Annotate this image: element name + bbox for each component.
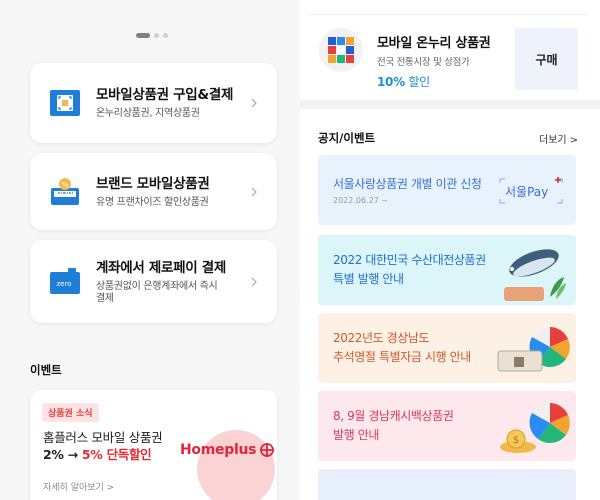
carousel-indicator[interactable] xyxy=(136,33,168,38)
divider xyxy=(307,14,588,15)
carousel-dot[interactable] xyxy=(154,33,159,38)
event-more-link[interactable]: 자세히 알아보기 > xyxy=(43,480,114,493)
mobile-voucher-icon xyxy=(50,90,80,116)
card-title: 브랜드 모바일상품권 xyxy=(96,175,210,192)
onnuri-icon-wrap xyxy=(319,28,363,72)
fish-illustration-icon xyxy=(504,249,566,301)
card-title: 계좌에서 제로페이 결제 xyxy=(96,259,226,276)
more-link[interactable]: 더보기 > xyxy=(539,131,578,146)
onnuri-voucher-icon xyxy=(328,37,354,63)
chevron-right-icon xyxy=(251,187,257,196)
carousel-dot[interactable] xyxy=(163,33,168,38)
homeplus-event-card[interactable]: 상품권 소식 홈플러스 모바일 상품권 2% → 5% 단독할인 Homeplu… xyxy=(30,390,277,500)
banner-date: 2022.06.27 ~ xyxy=(333,196,389,205)
event-discount: 2% → 5% 단독할인 xyxy=(43,447,152,462)
notice-section-title: 공지/이벤트 xyxy=(318,131,376,145)
banner-partial[interactable] xyxy=(318,469,576,500)
seoulpay-logo: 서울Pay xyxy=(498,177,564,205)
fund-illustration-icon xyxy=(497,327,570,372)
event-image-circle xyxy=(197,430,275,500)
svg-text:%: % xyxy=(62,181,69,189)
brand-voucher-card[interactable]: % 브랜드 모바일상품권 유명 프랜차이즈 할인상품권 xyxy=(30,153,277,230)
onnuri-voucher-card[interactable]: 모바일 온누리 상품권 전국 전통시장 및 상점가 10% 할인 구매 xyxy=(307,20,588,100)
banner-cashback-voucher[interactable]: 8, 9월 경남캐시백상품권 발행 안내 $ xyxy=(318,391,576,461)
card-title: 모바일상품권 구입&결제 xyxy=(96,87,234,103)
gift-card-purchase-card[interactable]: 모바일상품권 구입&결제 온누리상품권, 지역상품권 xyxy=(30,63,277,143)
banner-title: 서울사랑상품권 개별 이관 신청 xyxy=(333,177,482,191)
banner-seoul-voucher[interactable]: 서울사랑상품권 개별 이관 신청 2022.06.27 ~ 서울Pay xyxy=(318,155,576,225)
voucher-discount: 10% 할인 xyxy=(377,75,430,89)
brand-voucher-icon: % xyxy=(51,177,79,205)
svg-text:zero: zero xyxy=(57,280,72,288)
voucher-subtitle: 전국 전통시장 및 상점가 xyxy=(377,57,470,68)
carousel-dot-active[interactable] xyxy=(136,33,150,38)
banner-title: 8, 9월 경남캐시백상품권 발행 안내 xyxy=(333,409,454,442)
card-subtitle: 유명 프랜차이즈 할인상품권 xyxy=(96,196,209,208)
zeropay-card[interactable]: zero 계좌에서 제로페이 결제 상품권없이 은행계좌에서 즉시 결제 xyxy=(30,240,277,323)
section-divider xyxy=(300,100,600,109)
event-badge: 상품권 소식 xyxy=(42,403,99,422)
card-subtitle: 온누리상품권, 지역상품권 xyxy=(96,108,200,119)
banner-fishery-voucher[interactable]: 2022 대한민국 수산대전상품권 특별 발행 안내 xyxy=(318,235,576,305)
homeplus-logo: Homeplus xyxy=(180,442,275,458)
cashback-illustration-icon: $ xyxy=(500,403,570,453)
buy-button[interactable]: 구매 xyxy=(515,28,578,90)
svg-text:$: $ xyxy=(513,435,519,446)
events-section-title: 이벤트 xyxy=(30,363,62,377)
zeropay-icon: zero xyxy=(50,267,80,294)
card-subtitle: 상품권없이 은행계좌에서 즉시 결제 xyxy=(96,280,218,304)
voucher-title: 모바일 온누리 상품권 xyxy=(377,36,491,51)
homeplus-logo-icon xyxy=(260,443,275,457)
banner-title: 2022년도 경상남도 추석명절 특별자금 시행 안내 xyxy=(333,331,471,364)
banner-gyeongnam-fund[interactable]: 2022년도 경상남도 추석명절 특별자금 시행 안내 xyxy=(318,313,576,383)
svg-text:서울Pay: 서울Pay xyxy=(505,185,548,199)
chevron-right-icon xyxy=(251,277,257,286)
chevron-right-icon xyxy=(251,98,257,108)
banner-title: 2022 대한민국 수산대전상품권 특별 발행 안내 xyxy=(333,253,486,286)
